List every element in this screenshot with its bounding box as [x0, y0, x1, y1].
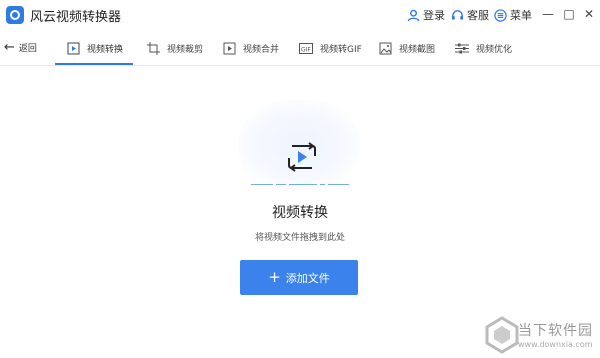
close-button[interactable]: ✕: [581, 6, 597, 22]
tab-label: 视频裁剪: [167, 44, 204, 55]
login-button[interactable]: 登录: [407, 7, 445, 23]
video-merge-icon: [222, 42, 236, 55]
menu-button[interactable]: 菜单: [494, 7, 532, 23]
nav-bar: ← 返回 视频转换 视频裁剪 视频合并 GIF 视频转GIF 视频截图 视频优化: [0, 30, 600, 66]
svg-text:GIF: GIF: [301, 46, 311, 53]
plus-icon: +: [268, 268, 281, 286]
login-label: 登录: [423, 9, 445, 22]
tab-video-merge[interactable]: 视频合并: [222, 30, 279, 66]
tab-label: 视频合并: [243, 44, 280, 55]
video-play-icon: [66, 42, 80, 55]
active-tab-indicator: [55, 63, 133, 65]
sliders-icon: [455, 42, 469, 55]
watermark-url: www.downxia.com: [518, 340, 593, 349]
gif-icon: GIF: [299, 42, 313, 55]
back-button[interactable]: ← 返回: [4, 40, 37, 55]
add-file-label: 添加文件: [285, 271, 330, 285]
drop-zone-title: 视频转换: [272, 205, 328, 221]
tab-label: 视频优化: [476, 44, 513, 55]
tab-video-gif[interactable]: GIF 视频转GIF: [299, 30, 362, 66]
service-label: 客服: [467, 9, 489, 22]
video-crop-icon: [146, 41, 160, 55]
headset-icon: [451, 9, 464, 20]
watermark-name: 当下软件园: [518, 323, 593, 339]
minimize-button[interactable]: —: [540, 6, 556, 22]
drop-zone-hint: 将视频文件拖拽到此处: [254, 233, 345, 243]
add-file-button[interactable]: + 添加文件: [240, 260, 358, 295]
app-title: 风云视频转换器: [30, 10, 122, 25]
image-icon: [378, 42, 392, 55]
tab-label: 视频转GIF: [320, 44, 362, 55]
tab-video-crop[interactable]: 视频裁剪: [146, 30, 203, 66]
back-label: 返回: [18, 44, 37, 54]
drop-zone-divider: [251, 184, 349, 186]
tab-video-screenshot[interactable]: 视频截图: [378, 30, 435, 66]
convert-loop-icon: [284, 140, 320, 174]
menu-icon: [494, 8, 507, 22]
service-button[interactable]: 客服: [451, 7, 489, 23]
tab-label: 视频截图: [399, 44, 436, 55]
app-logo-icon: [6, 6, 24, 24]
user-icon: [407, 9, 420, 21]
title-bar: 风云视频转换器 登录 客服 菜单 — □ ✕: [0, 0, 600, 30]
tab-video-optimize[interactable]: 视频优化: [455, 30, 512, 66]
back-arrow-icon: ←: [4, 40, 15, 55]
maximize-button[interactable]: □: [561, 6, 577, 22]
tab-video-convert[interactable]: 视频转换: [66, 30, 123, 66]
watermark: 当下软件园 www.downxia.com: [484, 314, 600, 358]
menu-label: 菜单: [510, 9, 532, 22]
tab-label: 视频转换: [87, 44, 124, 55]
watermark-logo-icon: [485, 316, 519, 354]
